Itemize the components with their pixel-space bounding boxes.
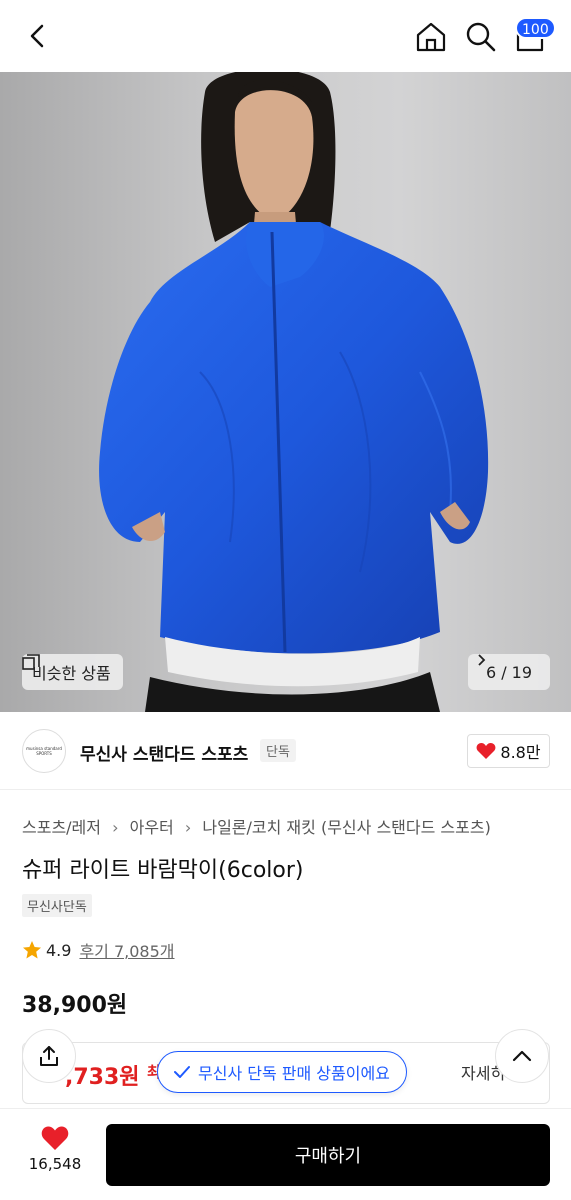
buy-button[interactable]: 구매하기 — [106, 1124, 550, 1186]
heart-icon — [476, 743, 496, 759]
brand-like-button[interactable]: 8.8만 — [467, 734, 550, 768]
product-title: 슈퍼 라이트 바람막이(6color) — [22, 858, 304, 883]
share-icon — [40, 1046, 58, 1066]
product-price: 38,900원 — [22, 993, 128, 1018]
back-arrow-icon[interactable] — [22, 20, 54, 52]
chevron-right-icon: › — [112, 818, 119, 837]
exclusive-sale-toast[interactable]: 무신사 단독 판매 상품이에요 — [157, 1051, 407, 1093]
star-icon — [23, 941, 41, 959]
brand-row: musinsa standard SPORTS 무신사 스탠다드 스포츠 단독 … — [0, 712, 571, 790]
chevron-up-icon — [512, 1050, 532, 1062]
chevron-right-icon — [478, 654, 486, 666]
brand-name[interactable]: 무신사 스탠다드 스포츠 — [80, 740, 248, 765]
brand-exclusive-tag: 단독 — [260, 739, 296, 762]
check-icon — [174, 1066, 190, 1078]
musinsa-exclusive-badge: 무신사단독 — [22, 894, 92, 917]
scroll-to-top-button[interactable] — [495, 1029, 549, 1083]
top-navigation-bar: 100 — [0, 0, 571, 72]
max-benefit-price: ,733원 — [65, 1065, 140, 1090]
cart-count-badge: 100 — [515, 17, 556, 39]
similar-items-icon — [22, 654, 40, 670]
exclusive-sale-toast-text: 무신사 단독 판매 상품이에요 — [198, 1064, 390, 1083]
brand-like-count: 8.8만 — [500, 743, 541, 762]
rating-value: 4.9 — [46, 940, 72, 960]
image-counter-text: 6 / 19 — [485, 662, 533, 682]
breadcrumb-item[interactable]: 아우터 — [130, 818, 174, 837]
similar-products-label: 비슷한 상품 — [32, 664, 111, 683]
heart-icon — [41, 1126, 69, 1150]
brand-logo-text: musinsa standard SPORTS — [26, 746, 62, 756]
product-image-carousel[interactable]: 비슷한 상품 6 / 19 — [0, 72, 571, 712]
brand-logo[interactable]: musinsa standard SPORTS — [22, 729, 66, 773]
search-icon[interactable] — [464, 20, 498, 54]
chevron-right-icon: › — [184, 818, 192, 837]
bottom-purchase-bar: 16,548 구매하기 — [0, 1108, 571, 1200]
share-button[interactable] — [22, 1029, 76, 1083]
review-count-link[interactable]: 후기 7,085개 — [79, 938, 174, 962]
rating-summary: 4.9 후기 7,085개 — [22, 938, 175, 962]
product-photo — [99, 72, 489, 712]
category-breadcrumb: 스포츠/레저 › 아우터 › 나일론/코치 재킷 (무신사 스탠다드 스포츠) — [22, 814, 491, 838]
breadcrumb-item[interactable]: 나일론/코치 재킷 (무신사 스탠다드 스포츠) — [202, 818, 490, 837]
wishlist-button[interactable]: 16,548 — [22, 1125, 88, 1173]
image-counter[interactable]: 6 / 19 — [468, 654, 550, 690]
home-icon[interactable] — [414, 20, 448, 54]
similar-products-button[interactable]: 비슷한 상품 — [22, 654, 123, 690]
wishlist-count: 16,548 — [28, 1155, 82, 1173]
breadcrumb-item[interactable]: 스포츠/레저 — [22, 818, 101, 837]
